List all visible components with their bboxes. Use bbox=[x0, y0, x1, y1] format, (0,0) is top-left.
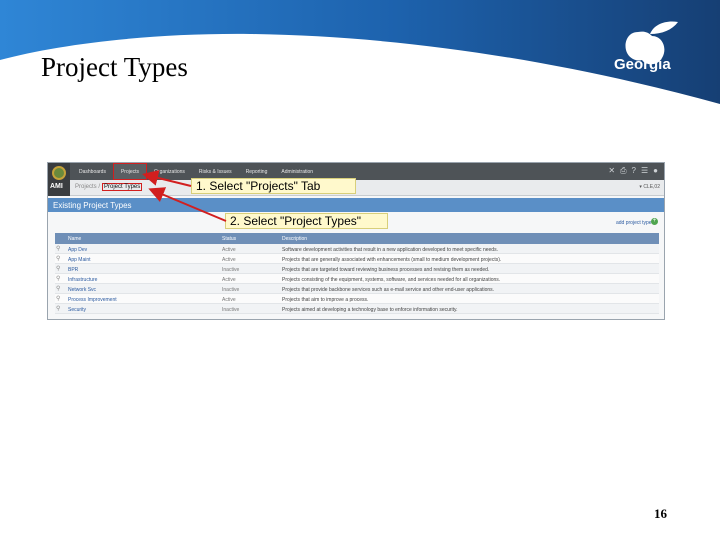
list-icon[interactable]: ☰ bbox=[641, 167, 648, 175]
breadcrumb-bar: Projects / Project Types ▾ CLE,02 bbox=[70, 180, 664, 196]
search-icon[interactable]: ⚲ bbox=[55, 244, 65, 253]
header-icon-col bbox=[55, 233, 65, 244]
row-status: Inactive bbox=[222, 307, 240, 313]
tab-organizations[interactable]: Organizations bbox=[147, 163, 192, 180]
row-status: Inactive bbox=[222, 267, 240, 273]
row-name[interactable]: Security bbox=[65, 304, 222, 313]
row-name[interactable]: Infrastructure bbox=[65, 274, 222, 283]
table-row[interactable]: ⚲ App Maint Active Projects that are gen… bbox=[55, 254, 659, 264]
table-row[interactable]: ⚲ BPR Inactive Projects that are targete… bbox=[55, 264, 659, 274]
row-name[interactable]: Process Improvement bbox=[65, 294, 222, 303]
search-icon[interactable]: ⚲ bbox=[55, 294, 65, 303]
row-description: Software development activities that res… bbox=[282, 247, 498, 253]
add-project-type-link[interactable]: add project type bbox=[616, 220, 652, 226]
search-icon[interactable]: ⚲ bbox=[55, 284, 65, 293]
search-icon[interactable]: ⚲ bbox=[55, 264, 65, 273]
table-row[interactable]: ⚲ Process Improvement Active Projects th… bbox=[55, 294, 659, 304]
section-header: Existing Project Types bbox=[48, 198, 664, 212]
row-status: Inactive bbox=[222, 287, 240, 293]
header-status[interactable]: Status bbox=[222, 233, 282, 244]
row-status: Active bbox=[222, 277, 236, 283]
app-screenshot: Dashboards Projects Organizations Risks … bbox=[47, 162, 665, 320]
ami-logo: AMI bbox=[48, 163, 70, 196]
ami-logo-text: AMI bbox=[50, 183, 63, 190]
table-row[interactable]: ⚲ Infrastructure Active Projects consist… bbox=[55, 274, 659, 284]
breadcrumb-project-types[interactable]: Project Types bbox=[102, 183, 143, 191]
section-title: Existing Project Types bbox=[53, 201, 132, 210]
table-body: ⚲ App Dev Active Software development ac… bbox=[55, 244, 659, 314]
table-header: Name Status Description bbox=[55, 233, 659, 244]
logo-text: Georgia bbox=[614, 56, 671, 73]
tab-dashboards[interactable]: Dashboards bbox=[72, 163, 113, 180]
tools-icon[interactable]: ✕ bbox=[608, 167, 615, 175]
table-row[interactable]: ⚲ Security Inactive Projects aimed at de… bbox=[55, 304, 659, 314]
breadcrumb: Projects / Project Types bbox=[75, 183, 143, 191]
search-icon[interactable]: ⚲ bbox=[55, 304, 65, 313]
row-name[interactable]: App Dev bbox=[65, 244, 222, 253]
search-icon[interactable]: ⚲ bbox=[55, 274, 65, 283]
table-row[interactable]: ⚲ Network Svc Inactive Projects that pro… bbox=[55, 284, 659, 294]
user-icon[interactable]: ● bbox=[653, 167, 658, 175]
row-description: Projects that provide backbone services … bbox=[282, 287, 495, 293]
row-description: Projects that aim to improve a process. bbox=[282, 297, 369, 303]
help-icon[interactable]: ? bbox=[632, 167, 636, 175]
ami-logo-icon bbox=[52, 166, 66, 180]
page-number: 16 bbox=[654, 506, 667, 521]
user-tag[interactable]: ▾ CLE,02 bbox=[639, 184, 660, 190]
callout-step-2: 2. Select "Project Types" bbox=[225, 213, 388, 229]
search-icon[interactable]: ⚲ bbox=[55, 254, 65, 263]
row-status: Active bbox=[222, 297, 236, 303]
app-topbar: Dashboards Projects Organizations Risks … bbox=[48, 163, 664, 180]
breadcrumb-parent[interactable]: Projects / bbox=[75, 184, 100, 190]
add-icon[interactable]: + bbox=[651, 218, 658, 225]
callout-step-1: 1. Select "Projects" Tab bbox=[191, 178, 356, 194]
row-description: Projects that are generally associated w… bbox=[282, 257, 502, 263]
header-name[interactable]: Name bbox=[65, 233, 222, 244]
row-description: Projects aimed at developing a technolog… bbox=[282, 307, 458, 313]
row-name[interactable]: Network Svc bbox=[65, 284, 222, 293]
slide-title: Project Types bbox=[41, 52, 188, 82]
project-types-table: Name Status Description ⚲ App Dev Active… bbox=[55, 233, 659, 314]
row-description: Projects consisting of the equipment, sy… bbox=[282, 277, 501, 283]
table-row[interactable]: ⚲ App Dev Active Software development ac… bbox=[55, 244, 659, 254]
row-status: Active bbox=[222, 257, 236, 263]
row-name[interactable]: App Maint bbox=[65, 254, 222, 263]
tab-projects[interactable]: Projects bbox=[112, 163, 148, 180]
header-description[interactable]: Description bbox=[282, 233, 659, 244]
row-description: Projects that are targeted toward review… bbox=[282, 267, 490, 273]
print-icon[interactable]: ⎙ bbox=[620, 167, 626, 175]
row-status: Active bbox=[222, 247, 236, 253]
row-name[interactable]: BPR bbox=[65, 264, 222, 273]
top-icons: ✕ ⎙ ? ☰ ● bbox=[608, 167, 658, 175]
